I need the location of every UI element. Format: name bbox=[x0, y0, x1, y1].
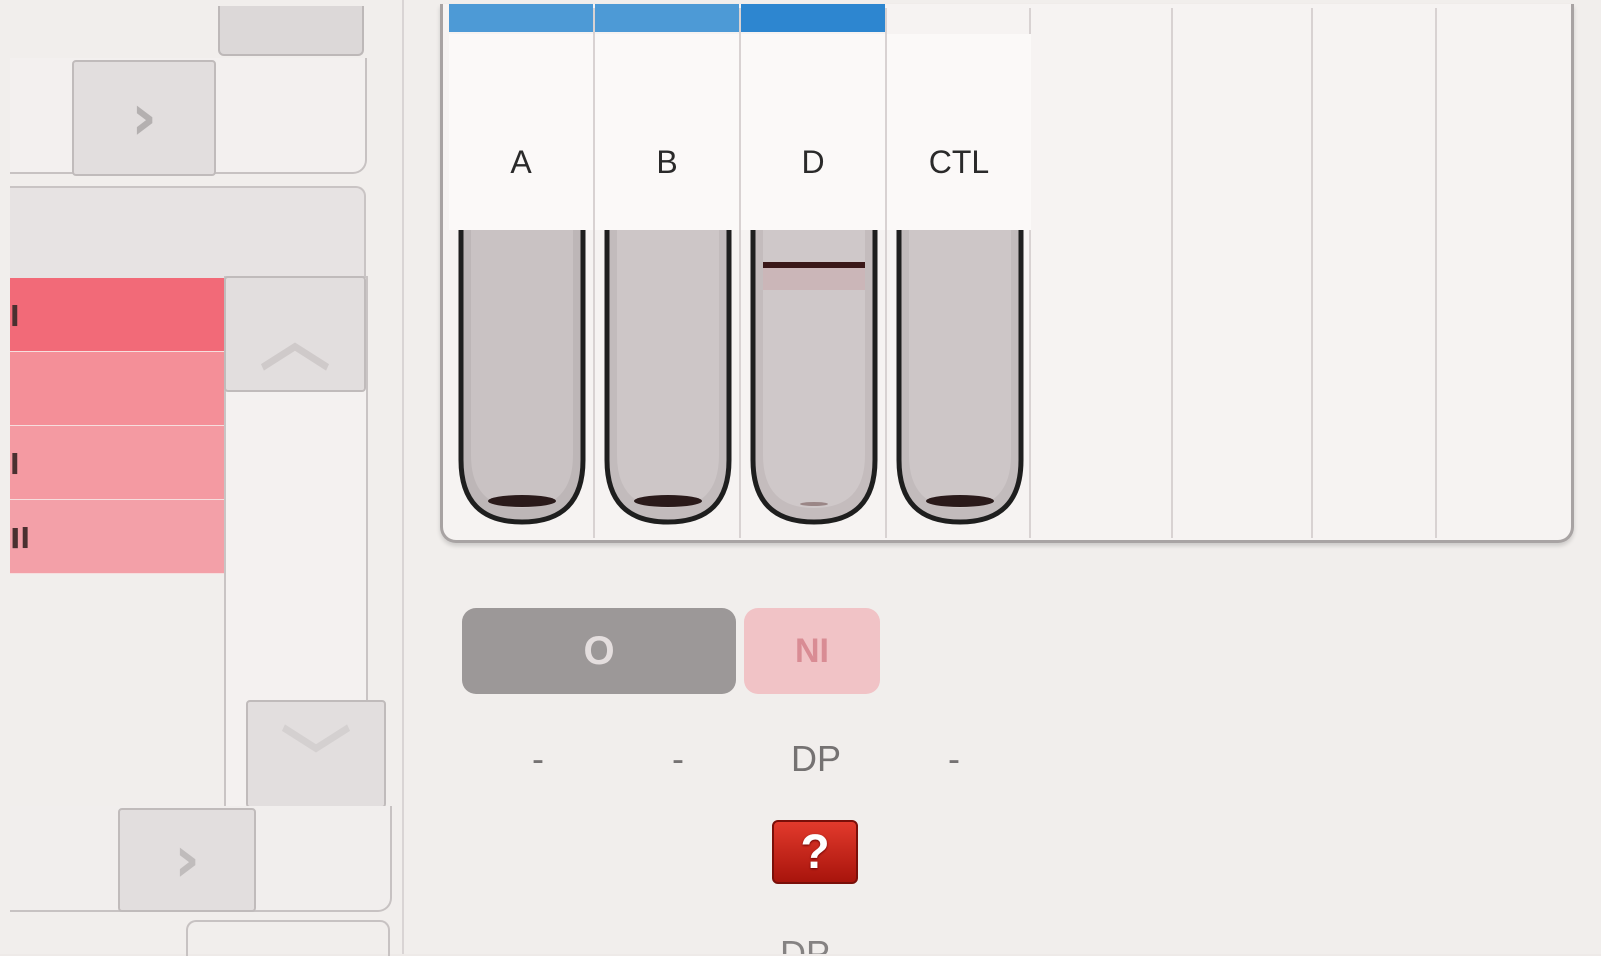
blood-group-result-button[interactable]: O bbox=[462, 608, 736, 694]
list-item-text: Il bbox=[10, 522, 31, 555]
list-header bbox=[10, 186, 366, 280]
tube-column-ctl[interactable]: CTL bbox=[887, 4, 1031, 540]
column-divider bbox=[1311, 8, 1313, 538]
reading-a: - bbox=[532, 738, 544, 779]
question-mark-icon[interactable]: ? bbox=[772, 820, 858, 884]
chevron-right-icon: › bbox=[173, 823, 201, 897]
list-item-2[interactable] bbox=[10, 352, 224, 426]
next-page-button-bottom[interactable]: › bbox=[118, 808, 256, 912]
column-header bbox=[595, 34, 739, 230]
column-color-bar bbox=[449, 4, 593, 32]
partial-reading-text: DP bbox=[780, 933, 831, 954]
tube-label: B bbox=[656, 144, 678, 180]
column-color-bar bbox=[595, 4, 739, 32]
list-item-1[interactable]: l bbox=[10, 278, 224, 352]
reading-ctl: - bbox=[948, 738, 960, 779]
analyzer-screen: › l l Il ︿ ﹀ › A B D CTL O NI - - DP - ?… bbox=[0, 0, 1601, 956]
chevron-down-icon: ﹀ bbox=[281, 718, 351, 801]
rbc-pellet bbox=[926, 495, 994, 507]
left-top-button[interactable] bbox=[218, 6, 364, 56]
column-color-bar bbox=[741, 4, 885, 32]
tube-label: CTL bbox=[928, 144, 990, 180]
tube-d-graphic bbox=[750, 230, 878, 525]
list-item-text: l bbox=[10, 300, 20, 333]
tube-b-graphic bbox=[604, 230, 732, 525]
tube-column-b[interactable]: B bbox=[595, 4, 739, 540]
tube-label: A bbox=[510, 144, 532, 180]
panel-divider bbox=[402, 0, 404, 954]
rh-result-button[interactable]: NI bbox=[744, 608, 880, 694]
chevron-up-icon: ︿ bbox=[260, 298, 330, 381]
scroll-down-button[interactable]: ﹀ bbox=[246, 700, 386, 808]
reading-b: - bbox=[672, 738, 684, 779]
tube-label: D bbox=[801, 144, 825, 180]
tube-ctl-graphic bbox=[896, 230, 1024, 525]
gel-card-panel: A B D CTL bbox=[440, 4, 1574, 543]
warning-symbol: ? bbox=[800, 825, 830, 879]
tube-column-a[interactable]: A bbox=[449, 4, 593, 540]
column-header bbox=[887, 34, 1031, 230]
column-divider bbox=[1171, 8, 1173, 538]
rbc-pellet bbox=[488, 495, 556, 507]
list-item-text: l bbox=[10, 448, 20, 481]
left-bottom-tab[interactable] bbox=[186, 920, 390, 956]
next-page-button-top[interactable]: › bbox=[72, 60, 216, 176]
sample-list: l l Il bbox=[10, 278, 224, 574]
list-item-4[interactable]: Il bbox=[10, 500, 224, 574]
list-item-3[interactable]: l bbox=[10, 426, 224, 500]
reading-d: DP bbox=[790, 738, 841, 779]
tube-a-graphic bbox=[458, 230, 586, 525]
column-header bbox=[741, 34, 885, 230]
column-header bbox=[449, 34, 593, 230]
column-divider bbox=[1435, 8, 1437, 538]
scroll-up-button[interactable]: ︿ bbox=[224, 276, 366, 392]
tube-column-d[interactable]: D bbox=[741, 4, 885, 540]
chevron-right-icon: › bbox=[130, 81, 158, 155]
agglutination-band bbox=[763, 262, 865, 268]
rbc-pellet bbox=[634, 495, 702, 507]
